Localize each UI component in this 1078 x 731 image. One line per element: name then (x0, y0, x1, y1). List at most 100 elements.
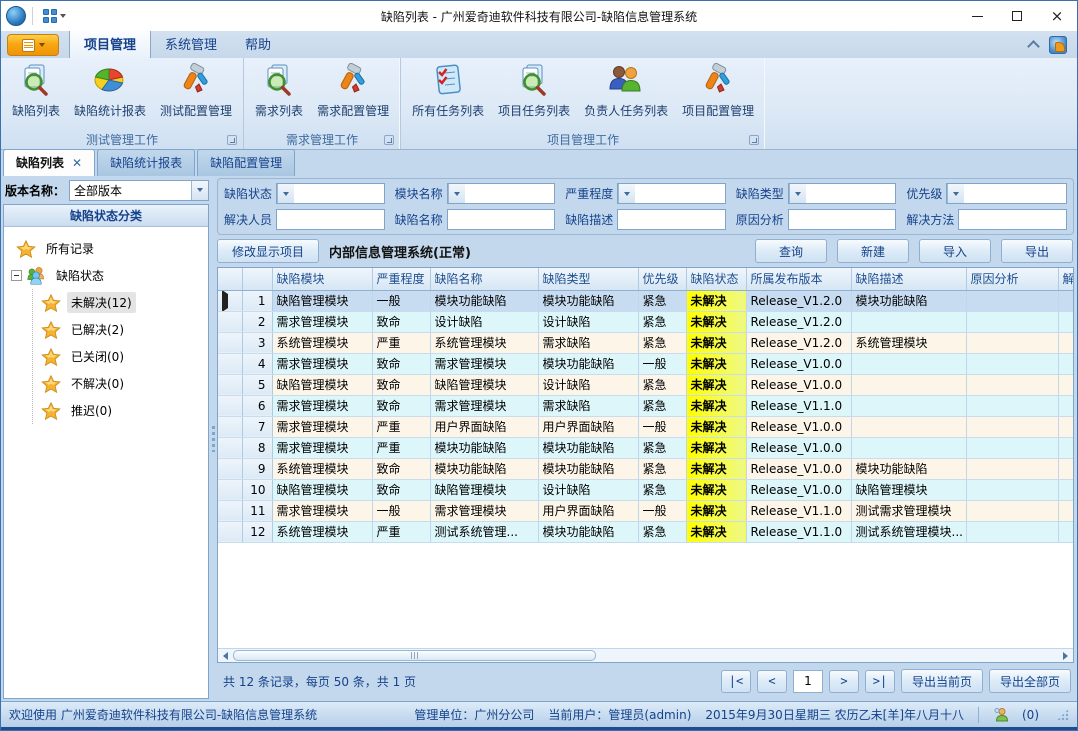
column-header[interactable]: 严重程度 (372, 268, 430, 290)
table-row[interactable]: 11需求管理模块一般需求管理模块用户界面缺陷一般未解决Release_V1.1.… (218, 500, 1073, 521)
collapse-ribbon-icon[interactable] (1027, 40, 1041, 50)
table-row[interactable]: 1缺陷管理模块一般模块功能缺陷模块功能缺陷紧急未解决Release_V1.2.0… (218, 290, 1073, 311)
dropdown-button[interactable] (448, 184, 465, 203)
doc-tab[interactable]: 缺陷配置管理 (197, 149, 295, 176)
table-row[interactable]: 6需求管理模块致命需求管理模块需求缺陷紧急未解决Release_V1.1.0 (218, 395, 1073, 416)
table-row[interactable]: 8需求管理模块严重模块功能缺陷模块功能缺陷紧急未解决Release_V1.0.0 (218, 437, 1073, 458)
dialog-launcher-icon[interactable] (749, 135, 759, 145)
minimize-button[interactable] (957, 1, 997, 31)
scroll-left-button[interactable] (218, 649, 233, 662)
prev-page-button[interactable]: < (757, 670, 787, 693)
scrollbar-track[interactable] (233, 649, 1058, 662)
column-header[interactable]: 缺陷描述 (851, 268, 966, 290)
ribbon-button[interactable]: 需求列表 (248, 60, 310, 121)
tree-item[interactable]: 所有记录 (8, 235, 204, 262)
close-button[interactable]: × (1037, 1, 1077, 31)
table-cell: 模块功能缺陷 (538, 437, 638, 458)
last-page-button[interactable]: >| (865, 670, 895, 693)
column-header[interactable]: 优先级 (638, 268, 686, 290)
dropdown-button[interactable] (618, 184, 635, 203)
table-row[interactable]: 9系统管理模块致命模块功能缺陷模块功能缺陷紧急未解决Release_V1.0.0… (218, 458, 1073, 479)
table-row[interactable]: 12系统管理模块严重测试系统管理...模块功能缺陷紧急未解决Release_V1… (218, 521, 1073, 542)
horizontal-scrollbar[interactable] (218, 648, 1073, 662)
filter-dropdown[interactable] (946, 183, 1067, 204)
row-number-cell: 4 (242, 353, 272, 374)
filter-input[interactable] (276, 209, 385, 230)
tree-item[interactable]: 推迟(0) (33, 397, 204, 424)
ribbon-button[interactable]: 测试配置管理 (153, 60, 239, 121)
dropdown-button[interactable] (191, 181, 208, 200)
dropdown-button[interactable] (947, 184, 964, 203)
filter-dropdown[interactable] (447, 183, 556, 204)
export-current-page-button[interactable]: 导出当前页 (901, 669, 983, 693)
application-menu-button[interactable] (7, 34, 59, 56)
import-button[interactable]: 导入 (919, 239, 991, 263)
filter-input[interactable] (958, 209, 1067, 230)
ribbon-button[interactable]: 负责人任务列表 (577, 60, 675, 121)
table-row[interactable]: 5缺陷管理模块致命缺陷管理模块设计缺陷紧急未解决Release_V1.0.0 (218, 374, 1073, 395)
table-cell (966, 479, 1058, 500)
tree-item[interactable]: 缺陷状态 (8, 262, 204, 289)
modify-columns-button[interactable]: 修改显示项目 (217, 239, 319, 263)
ribbon-button[interactable]: 所有任务列表 (405, 60, 491, 121)
ribbon-tab-1[interactable]: 项目管理 (69, 29, 151, 58)
filter-dropdown[interactable] (276, 183, 385, 204)
column-header[interactable]: 解决方法 (1058, 268, 1073, 290)
ribbon-tab-2[interactable]: 系统管理 (151, 30, 231, 58)
new-button[interactable]: 新建 (837, 239, 909, 263)
dropdown-button[interactable] (277, 184, 294, 203)
ribbon-button[interactable]: 需求配置管理 (310, 60, 396, 121)
table-cell (1058, 395, 1073, 416)
collapse-expander-icon[interactable] (11, 270, 22, 281)
page-number-input[interactable]: 1 (793, 670, 823, 693)
tree-item[interactable]: 未解决(12) (33, 289, 204, 316)
ribbon-button[interactable]: 项目任务列表 (491, 60, 577, 121)
tab-close-icon[interactable]: ✕ (72, 157, 82, 169)
resize-grip[interactable] (1057, 709, 1069, 721)
ribbon-button-label: 需求配置管理 (317, 102, 389, 119)
quick-access-toolbar-button[interactable] (39, 7, 70, 25)
export-button[interactable]: 导出 (1001, 239, 1073, 263)
scroll-right-button[interactable] (1058, 649, 1073, 662)
scrollbar-thumb[interactable] (233, 650, 596, 661)
panel-splitter[interactable] (209, 176, 217, 701)
maximize-button[interactable] (997, 1, 1037, 31)
column-header[interactable]: 原因分析 (966, 268, 1058, 290)
filter-dropdown[interactable] (788, 183, 897, 204)
table-row[interactable]: 3系统管理模块严重系统管理模块需求缺陷紧急未解决Release_V1.2.0系统… (218, 332, 1073, 353)
column-header[interactable]: 缺陷类型 (538, 268, 638, 290)
column-header[interactable]: 所属发布版本 (746, 268, 851, 290)
table-row[interactable]: 4需求管理模块致命需求管理模块模块功能缺陷一般未解决Release_V1.0.0 (218, 353, 1073, 374)
dialog-launcher-icon[interactable] (384, 135, 394, 145)
export-all-pages-button[interactable]: 导出全部页 (989, 669, 1071, 693)
tree-item[interactable]: 已解决(2) (33, 316, 204, 343)
next-page-button[interactable]: > (829, 670, 859, 693)
tree-item[interactable]: 不解决(0) (33, 370, 204, 397)
first-page-button[interactable]: |< (721, 670, 751, 693)
dropdown-button[interactable] (789, 184, 806, 203)
star-icon (41, 293, 61, 313)
dialog-launcher-icon[interactable] (227, 135, 237, 145)
filter-dropdown[interactable] (617, 183, 726, 204)
column-header[interactable]: 缺陷状态 (686, 268, 746, 290)
filter-input[interactable] (617, 209, 726, 230)
content-area: 缺陷状态模块名称严重程度缺陷类型优先级解决人员缺陷名称缺陷描述原因分析解决方法 … (217, 176, 1075, 701)
query-button[interactable]: 查询 (755, 239, 827, 263)
ribbon-button[interactable]: 缺陷统计报表 (67, 60, 153, 121)
version-select[interactable]: 全部版本 (69, 180, 209, 201)
tree-item[interactable]: 已关闭(0) (33, 343, 204, 370)
ribbon-tab-3[interactable]: 帮助 (231, 30, 285, 58)
doc-tab[interactable]: 缺陷列表✕ (3, 149, 95, 176)
column-header[interactable]: 缺陷模块 (272, 268, 372, 290)
table-row[interactable]: 7需求管理模块严重用户界面缺陷用户界面缺陷一般未解决Release_V1.0.0 (218, 416, 1073, 437)
filter-input[interactable] (788, 209, 897, 230)
table-cell: 系统管理模块 (272, 521, 372, 542)
ribbon-button[interactable]: 缺陷列表 (5, 60, 67, 121)
style-switch-icon[interactable] (1049, 36, 1067, 54)
table-row[interactable]: 10缺陷管理模块致命缺陷管理模块设计缺陷紧急未解决Release_V1.0.0缺… (218, 479, 1073, 500)
ribbon-button[interactable]: 项目配置管理 (675, 60, 761, 121)
column-header[interactable]: 缺陷名称 (430, 268, 538, 290)
doc-tab[interactable]: 缺陷统计报表 (97, 149, 195, 176)
table-row[interactable]: 2需求管理模块致命设计缺陷设计缺陷紧急未解决Release_V1.2.0 (218, 311, 1073, 332)
filter-input[interactable] (447, 209, 556, 230)
